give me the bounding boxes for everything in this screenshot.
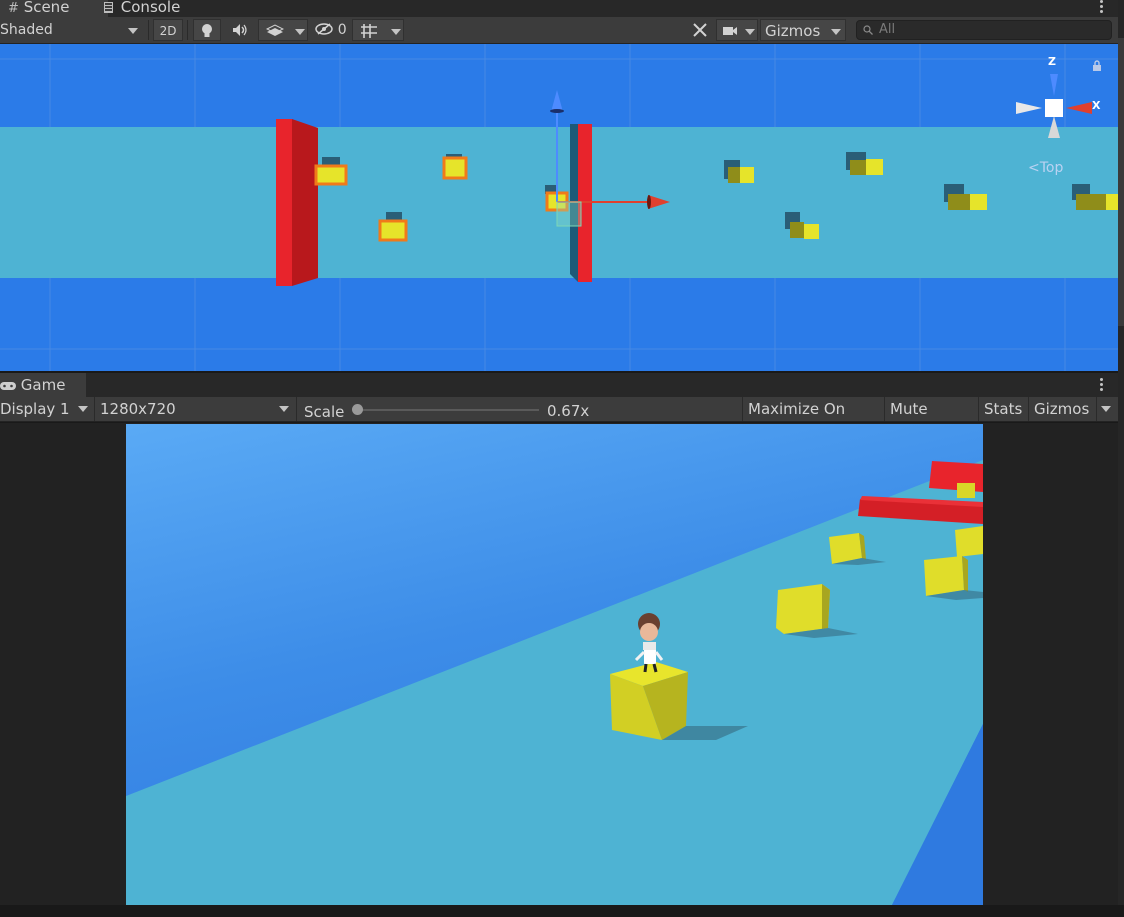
- audio-toggle-button[interactable]: [226, 19, 254, 41]
- resolution-value: 1280x720: [100, 400, 176, 418]
- display-dropdown[interactable]: Display 1: [0, 397, 92, 421]
- console-icon: [104, 2, 113, 13]
- tools-button[interactable]: [686, 19, 714, 41]
- game-cube-3: [955, 526, 983, 557]
- display-value: Display 1: [0, 400, 70, 418]
- toggle-2d-button[interactable]: 2D: [153, 19, 183, 41]
- axis-x-label: X: [1092, 99, 1101, 112]
- scale-control: Scale 0.67x: [296, 397, 740, 421]
- chevron-down-icon: [1101, 406, 1111, 412]
- game-panel-menu-icon[interactable]: [1097, 378, 1107, 395]
- chevron-down-icon: [831, 29, 841, 35]
- shading-mode-value: Shaded: [0, 22, 53, 38]
- cube-selected-2: [442, 154, 468, 180]
- scrollbar-thumb[interactable]: [1118, 38, 1124, 326]
- camera-icon: [723, 27, 737, 35]
- tab-scene[interactable]: # Scene: [0, 0, 108, 17]
- scene-view[interactable]: Z X <Top: [0, 44, 1118, 371]
- bottom-border: [0, 905, 1124, 917]
- tools-icon: [693, 23, 707, 37]
- grid-icon: [361, 24, 377, 38]
- stats-button[interactable]: Stats: [978, 397, 1028, 421]
- chevron-down-icon: [745, 29, 755, 35]
- tab-scene-label: Scene: [23, 0, 70, 16]
- chevron-down-icon: [128, 28, 138, 34]
- hidden-objects-toggle[interactable]: 0: [312, 19, 350, 41]
- game-tab-bar: Game: [0, 373, 1118, 397]
- search-icon: [863, 25, 873, 35]
- chevron-down-icon: [391, 29, 401, 35]
- tab-console-label: Console: [120, 0, 181, 16]
- scene-gizmos-label: Gizmos: [765, 22, 821, 40]
- hidden-count: 0: [337, 22, 347, 38]
- chevron-down-icon: [279, 406, 289, 412]
- view-mode-label[interactable]: <Top: [1028, 160, 1063, 176]
- scene-panel-menu-icon[interactable]: [1097, 0, 1107, 17]
- layers-effects-icon: [265, 24, 285, 36]
- obstacle-wall-left: [276, 119, 318, 286]
- grid-dropdown[interactable]: [352, 19, 404, 41]
- chevron-left-icon: <: [1028, 160, 1040, 176]
- hash-icon: #: [8, 1, 19, 16]
- chevron-down-icon: [295, 29, 305, 35]
- game-gizmos-dropdown[interactable]: [1096, 397, 1118, 421]
- chevron-down-icon: [78, 406, 88, 412]
- eye-slash-icon: [315, 23, 334, 35]
- scene-search-input[interactable]: All: [856, 20, 1112, 40]
- lock-icon[interactable]: [1092, 60, 1102, 71]
- scene-tab-bar: # Scene Console: [0, 0, 1118, 17]
- maximize-on-play-button[interactable]: Maximize On Play: [742, 397, 884, 442]
- scale-value: 0.67x: [547, 402, 590, 420]
- game-gizmos-button[interactable]: Gizmos: [1028, 397, 1096, 421]
- view-label-text: Top: [1039, 160, 1064, 176]
- scene-orientation-gizmo[interactable]: Z X <Top: [1012, 54, 1112, 184]
- scene-gizmos-dropdown[interactable]: Gizmos: [760, 19, 846, 41]
- lightbulb-icon: [202, 24, 212, 37]
- gamepad-icon: [0, 382, 16, 390]
- game-render-canvas[interactable]: [126, 424, 983, 905]
- mute-audio-button[interactable]: Mute Audio: [884, 397, 978, 442]
- shading-mode-dropdown[interactable]: Shaded: [0, 19, 146, 41]
- effects-dropdown[interactable]: [258, 19, 308, 41]
- speaker-icon: [233, 24, 247, 36]
- camera-dropdown[interactable]: [716, 19, 758, 41]
- axis-z-label: Z: [1048, 55, 1056, 68]
- game-toolbar: Display 1 1280x720 Scale 0.67x Maximize …: [0, 397, 1118, 442]
- lighting-toggle-button[interactable]: [193, 19, 221, 41]
- scale-slider-track[interactable]: [357, 409, 539, 411]
- game-scene-render: [126, 424, 983, 905]
- resolution-dropdown[interactable]: 1280x720: [94, 397, 294, 421]
- scale-label: Scale: [304, 403, 345, 421]
- scene-viewport-canvas: [0, 44, 1118, 371]
- game-cube-far-1: [957, 483, 975, 498]
- scale-slider-handle[interactable]: [352, 404, 363, 415]
- tab-console[interactable]: Console: [96, 0, 206, 17]
- tab-game-label: Game: [20, 376, 66, 394]
- scene-search-placeholder: All: [879, 22, 896, 37]
- tab-game[interactable]: Game: [0, 373, 86, 397]
- right-scrollbar[interactable]: [1118, 0, 1124, 917]
